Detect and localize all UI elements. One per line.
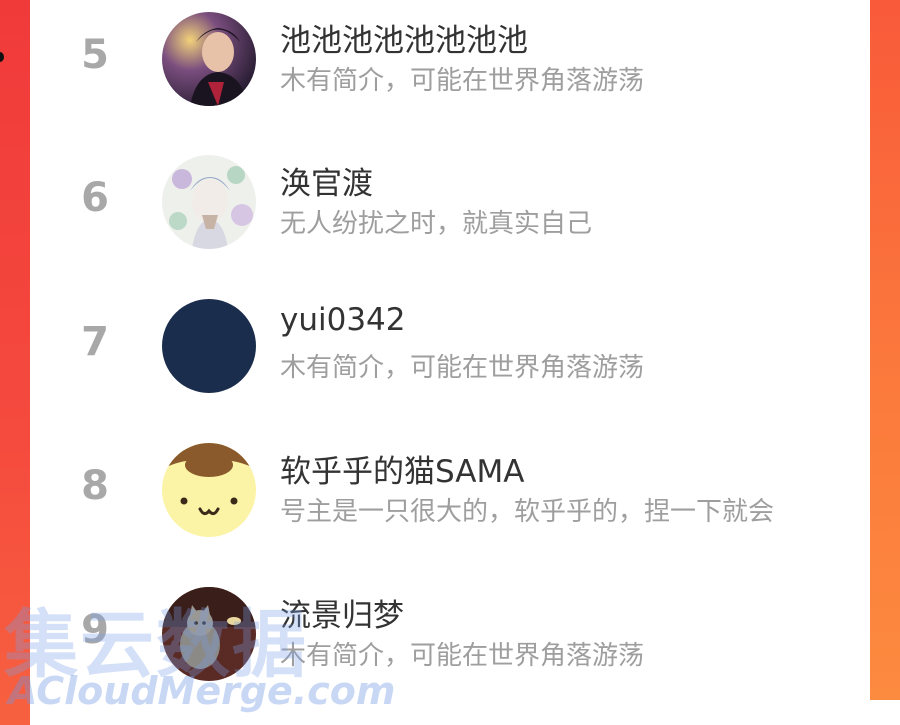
user-bio: 号主是一只很大的，软乎乎的，捏一下就会 xyxy=(280,497,775,527)
anime-character-avatar[interactable] xyxy=(162,12,256,106)
user-name[interactable]: 流景归梦 xyxy=(280,590,404,635)
user-bio: 无人纷扰之时，就真实自己 xyxy=(280,209,593,239)
user-bio: 木有简介，可能在世界角落游荡 xyxy=(280,66,645,96)
user-bio: 木有简介，可能在世界角落游荡 xyxy=(280,353,645,383)
rank-number: 8 xyxy=(81,463,109,509)
user-bio: 木有简介，可能在世界角落游荡 xyxy=(280,641,645,671)
left-gradient-border xyxy=(0,0,30,725)
rank-number: 7 xyxy=(81,319,109,365)
user-name[interactable]: yui0342 xyxy=(280,302,406,338)
edge-dot-decoration xyxy=(0,52,4,62)
pompompurin-avatar[interactable] xyxy=(162,443,256,537)
ranking-row[interactable]: 8 软乎乎的猫SAMA 号主是一只很大的，软乎乎的，捏一下就会 xyxy=(30,431,870,561)
rank-number: 9 xyxy=(81,607,109,653)
navy-circle-avatar[interactable] xyxy=(162,299,256,393)
rank-number: 5 xyxy=(81,32,109,78)
ranking-row[interactable]: 7 yui0342 木有简介，可能在世界角落游荡 xyxy=(30,287,870,417)
user-name[interactable]: 软乎乎的猫SAMA xyxy=(280,446,524,491)
ranking-row[interactable]: 6 涣官渡 无人纷扰之时，就真实自己 xyxy=(30,143,870,273)
ranking-row[interactable]: 5 池池池池池池池池 木有简介，可能在世界角落游荡 xyxy=(30,0,870,130)
ranking-row[interactable]: 9 流景归梦 木有简介，可能在世界角落游荡 xyxy=(30,575,870,705)
user-name[interactable]: 池池池池池池池池 xyxy=(280,15,528,60)
right-gradient-border xyxy=(870,0,900,700)
rank-number: 6 xyxy=(81,175,109,221)
ranking-list: 5 池池池池池池池池 木有简介，可能在世界角落游荡 6 涣官渡 无人纷扰之时，就… xyxy=(30,0,870,725)
cat-photo-avatar[interactable] xyxy=(162,587,256,681)
user-name[interactable]: 涣官渡 xyxy=(280,158,373,203)
flower-illustration-avatar[interactable] xyxy=(162,155,256,249)
